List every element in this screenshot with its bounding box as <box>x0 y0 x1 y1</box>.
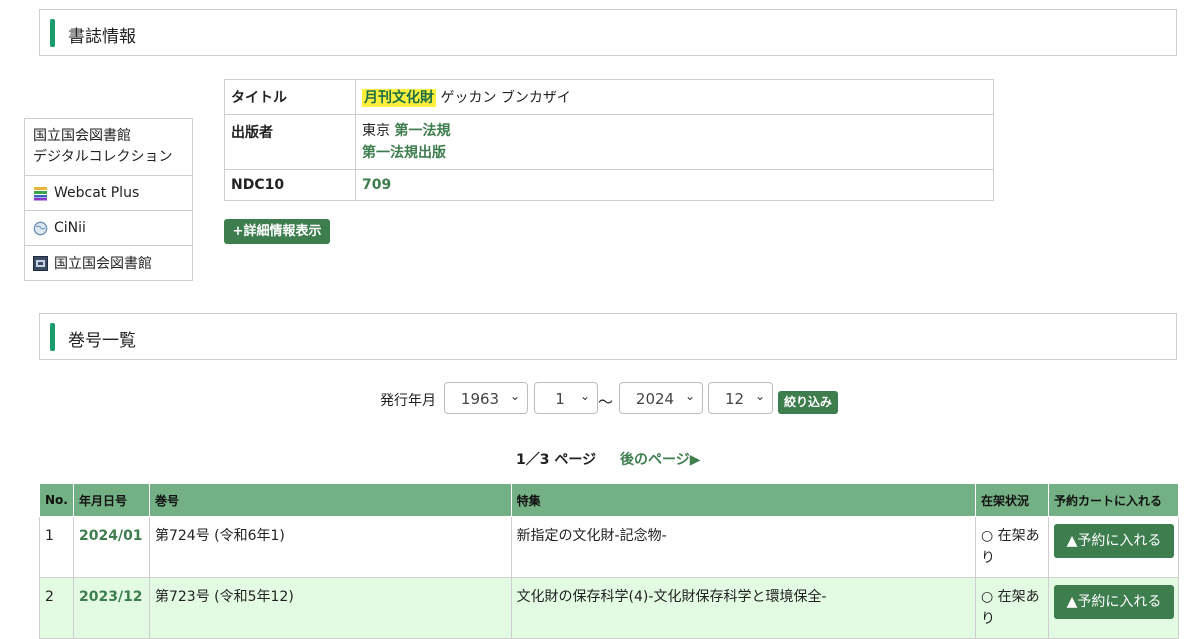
biblio-ndc-value: 709 <box>355 169 994 201</box>
biblio-table: タイトル 月刊文化財 ゲッカン ブンカザイ 出版者 東京 第一法規 第一法規出版… <box>224 79 994 201</box>
filter-button[interactable]: 絞り込み <box>778 391 838 414</box>
range-separator: ～ <box>598 393 614 411</box>
row-no: 1 <box>39 516 74 578</box>
date-filter: 発行年月 1963 ⌄ 1 ⌄ ～ 2024 ⌄ 12 ⌄ 絞り込み <box>0 382 1189 416</box>
biblio-section-header: 書誌情報 <box>39 9 1177 56</box>
biblio-title-value: 月刊文化財 ゲッカン ブンカザイ <box>355 79 994 115</box>
row-date-link[interactable]: 2023/12 <box>72 577 150 639</box>
row-status: ○ 在架あり <box>975 577 1049 639</box>
row-status: ○ 在架あり <box>975 516 1049 578</box>
side-link-ndl-digital-line2: デジタルコレクション <box>33 149 173 165</box>
biblio-row-publisher: 出版者 東京 第一法規 第一法規出版 <box>224 114 994 170</box>
side-link-ndl[interactable]: 国立国会図書館 <box>25 246 192 281</box>
col-header-no: No. <box>39 483 74 517</box>
biblio-title-key: タイトル <box>224 79 356 115</box>
table-row: 2 2023/12 第723号 (令和5年12) 文化財の保存科学(4)-文化財… <box>39 577 1180 639</box>
reserve-button[interactable]: ▲予約に入れる <box>1053 524 1174 558</box>
col-header-cart: 予約カートに入れる <box>1047 483 1180 517</box>
biblio-publisher-key: 出版者 <box>224 114 356 170</box>
from-year-select[interactable]: 1963 ⌄ <box>444 382 528 414</box>
row-issue: 第723号 (令和5年12) <box>148 577 512 639</box>
chevron-down-icon: ⌄ <box>684 389 695 403</box>
to-year-select[interactable]: 2024 ⌄ <box>619 382 703 414</box>
issues-section-header: 巻号一覧 <box>39 313 1177 360</box>
from-month-select[interactable]: 1 ⌄ <box>534 382 598 414</box>
section-accent-bar <box>50 19 55 47</box>
title-highlight: 月刊文化財 <box>362 89 436 107</box>
to-year-value: 2024 <box>635 390 675 408</box>
to-month-select[interactable]: 12 ⌄ <box>708 382 773 414</box>
table-header-row: No. 年月日号 巻号 特集 在架状況 予約カートに入れる <box>39 483 1180 517</box>
publisher-link-2[interactable]: 第一法規出版 <box>362 145 446 161</box>
library-icon <box>33 255 48 271</box>
publisher-link[interactable]: 第一法規 <box>394 123 450 139</box>
row-cart-cell: ▲予約に入れる <box>1047 577 1180 639</box>
issues-section-title: 巻号一覧 <box>68 331 136 351</box>
side-link-ndl-digital-line1: 国立国会図書館 <box>33 128 131 144</box>
chevron-down-icon: ⌄ <box>579 389 590 403</box>
ndc-link[interactable]: 709 <box>362 177 391 193</box>
table-row: 1 2024/01 第724号 (令和6年1) 新指定の文化財-記念物- ○ 在… <box>39 516 1180 578</box>
books-icon <box>33 186 48 201</box>
side-link-ndl-label: 国立国会図書館 <box>54 256 152 272</box>
biblio-row-ndc: NDC10 709 <box>224 169 994 201</box>
chevron-down-icon: ⌄ <box>509 389 520 403</box>
issues-table: No. 年月日号 巻号 特集 在架状況 予約カートに入れる 1 2024/01 … <box>39 483 1180 639</box>
filter-label: 発行年月 <box>380 393 436 409</box>
col-header-status: 在架状況 <box>975 483 1049 517</box>
row-date-link[interactable]: 2024/01 <box>72 516 150 578</box>
page-indicator: 1／3 ページ <box>516 452 597 468</box>
biblio-section-title: 書誌情報 <box>68 27 136 47</box>
side-link-ndl-digital[interactable]: 国立国会図書館 デジタルコレクション <box>25 119 192 176</box>
show-details-button[interactable]: +詳細情報表示 <box>224 219 330 244</box>
side-link-webcat-label: Webcat Plus <box>54 185 140 201</box>
side-link-cinii[interactable]: CiNii <box>25 211 192 246</box>
side-link-cinii-label: CiNii <box>54 220 86 236</box>
col-header-date: 年月日号 <box>72 483 150 517</box>
row-cart-cell: ▲予約に入れる <box>1047 516 1180 578</box>
external-links-panel: 国立国会図書館 デジタルコレクション Webcat Plus CiNii 国立国… <box>24 118 193 281</box>
title-reading: ゲッカン ブンカザイ <box>440 90 571 106</box>
row-no: 2 <box>39 577 74 639</box>
publisher-place: 東京 <box>362 123 390 139</box>
section-accent-bar <box>50 323 55 351</box>
row-feature: 文化財の保存科学(4)-文化財保存科学と環境保全- <box>510 577 977 639</box>
col-header-feature: 特集 <box>510 483 977 517</box>
biblio-publisher-value: 東京 第一法規 第一法規出版 <box>355 114 994 170</box>
chevron-down-icon: ⌄ <box>754 389 765 403</box>
from-year-value: 1963 <box>460 390 500 408</box>
row-feature: 新指定の文化財-記念物- <box>510 516 977 578</box>
next-page-link[interactable]: 後のページ▶ <box>620 449 701 469</box>
biblio-row-title: タイトル 月刊文化財 ゲッカン ブンカザイ <box>224 79 994 115</box>
side-link-webcat-plus[interactable]: Webcat Plus <box>25 176 192 211</box>
reserve-button[interactable]: ▲予約に入れる <box>1053 585 1174 619</box>
biblio-ndc-key: NDC10 <box>224 169 356 201</box>
globe-icon <box>33 221 48 236</box>
row-issue: 第724号 (令和6年1) <box>148 516 512 578</box>
col-header-issue: 巻号 <box>148 483 512 517</box>
